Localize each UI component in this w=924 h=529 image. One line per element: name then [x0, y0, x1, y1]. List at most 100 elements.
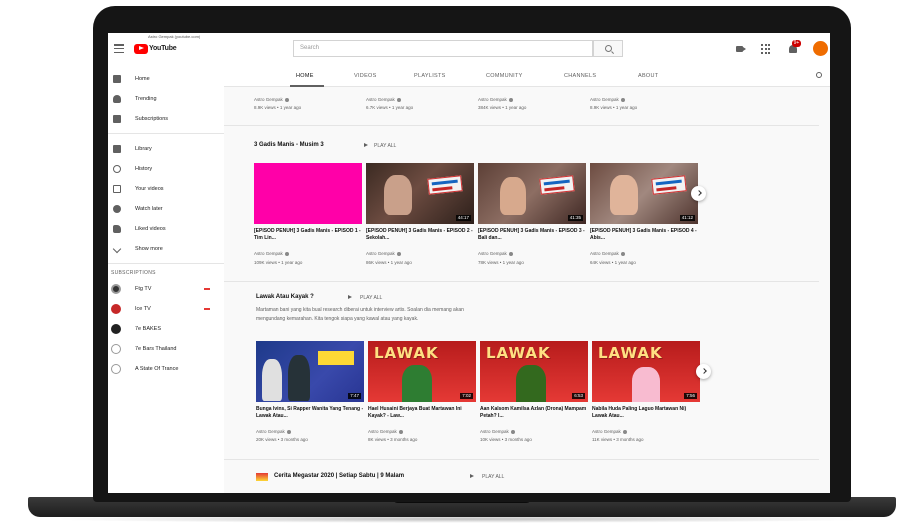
- video-thumbnail[interactable]: 7:47: [256, 341, 364, 402]
- shelf-next-button[interactable]: [696, 364, 711, 379]
- video-title[interactable]: Bunga Ivins, Si Rapper Wanita Yang Tenan…: [256, 406, 364, 419]
- sidebar-divider: [108, 133, 224, 134]
- play-all-button[interactable]: PLAY ALL: [360, 295, 382, 301]
- sidebar-item-trending[interactable]: Trending: [108, 91, 224, 107]
- channel-avatar: [111, 304, 121, 314]
- sidebar-item-home[interactable]: Home: [108, 71, 224, 87]
- video-title[interactable]: Hael Husaini Berjaya Buat Martawan Ini K…: [368, 406, 476, 419]
- thumbnail-person: [402, 365, 432, 402]
- verified-icon: [398, 429, 403, 434]
- thumbnail-face: [500, 177, 526, 215]
- url-tooltip: Astro Gempak (youtube.com): [148, 34, 201, 39]
- video-channel[interactable]: Astro Gempak: [366, 97, 401, 102]
- sidebar-item-library[interactable]: Library: [108, 141, 224, 157]
- play-all-icon[interactable]: [364, 143, 368, 147]
- video-channel[interactable]: Astro Gempak: [478, 251, 513, 256]
- shelf-next-button[interactable]: [691, 186, 706, 201]
- video-title[interactable]: [EPISOD PENUH] 3 Gadis Manis - EPISOD 1 …: [254, 228, 362, 241]
- subscription-item[interactable]: Ftg TV: [108, 281, 224, 297]
- thumbnail-face: [610, 175, 638, 215]
- video-channel[interactable]: Astro Gempak: [592, 429, 627, 434]
- apps-grid-icon[interactable]: [761, 44, 771, 54]
- verified-icon: [284, 251, 289, 256]
- search-input[interactable]: Search: [293, 40, 593, 57]
- sidebar-item-label: Subscriptions: [135, 116, 169, 122]
- sidebar-item-show-more[interactable]: Show more: [108, 241, 224, 257]
- laptop-frame: YouTube Astro Gempak (youtube.com) Searc…: [0, 0, 924, 529]
- video-title[interactable]: [EPISOD PENUH] 3 Gadis Manis - EPISOD 3 …: [478, 228, 586, 241]
- shelf-title[interactable]: 3 Gadis Manis - Musim 3: [254, 142, 324, 148]
- shelf-title[interactable]: Lawak Atau Kayak ?: [256, 294, 314, 300]
- verified-icon: [510, 429, 515, 434]
- video-title[interactable]: [EPISOD PENUH] 3 Gadis Manis - EPISOD 4 …: [590, 228, 698, 241]
- video-thumbnail[interactable]: LAWAK 7:56: [592, 341, 700, 402]
- video-channel[interactable]: Astro Gempak: [254, 97, 289, 102]
- subscription-label: Ice TV: [135, 306, 151, 312]
- thumbnail-face: [384, 175, 412, 215]
- video-title[interactable]: Nabila Huda Paling Laguo Martawan Ni) La…: [592, 406, 700, 419]
- video-channel[interactable]: Astro Gempak: [590, 97, 625, 102]
- play-all-button[interactable]: PLAY ALL: [374, 143, 396, 149]
- thumbnail-person: [516, 365, 546, 402]
- shelf-title[interactable]: Cerita Megastar 2020 | Setiap Sabtu | 9 …: [274, 473, 404, 479]
- tab-playlists[interactable]: PLAYLISTS: [414, 73, 446, 79]
- subscription-item[interactable]: 7e BAKES: [108, 321, 224, 337]
- video-channel[interactable]: Astro Gempak: [256, 429, 291, 434]
- channel-search-icon[interactable]: [816, 72, 822, 78]
- verified-icon: [396, 97, 401, 102]
- search-placeholder: Search: [300, 45, 320, 51]
- youtube-logo[interactable]: YouTube: [134, 43, 177, 54]
- video-meta: 86K views • 1 year ago: [366, 260, 412, 265]
- sidebar-divider: [108, 263, 224, 264]
- video-meta: 10K views • 3 months ago: [480, 437, 532, 442]
- liked-videos-icon: [113, 225, 121, 233]
- tab-videos[interactable]: VIDEOS: [354, 73, 377, 79]
- video-channel[interactable]: Astro Gempak: [590, 251, 625, 256]
- sidebar-item-subscriptions[interactable]: Subscriptions: [108, 111, 224, 127]
- video-channel[interactable]: Astro Gempak: [480, 429, 515, 434]
- create-video-icon[interactable]: [736, 44, 746, 54]
- video-thumbnail[interactable]: [254, 163, 362, 224]
- video-duration: 7:56: [684, 393, 697, 399]
- video-channel[interactable]: Astro Gempak: [254, 251, 289, 256]
- sidebar-item-watch-later[interactable]: Watch later: [108, 201, 224, 217]
- verified-icon: [396, 251, 401, 256]
- video-thumbnail[interactable]: 44:17: [366, 163, 474, 224]
- video-thumbnail[interactable]: 41:35: [478, 163, 586, 224]
- subscription-label: 7e Bars Thailand: [135, 346, 177, 352]
- subscription-item[interactable]: 7e Bars Thailand: [108, 341, 224, 357]
- video-meta: 20K views • 3 months ago: [256, 437, 308, 442]
- video-thumbnail[interactable]: LAWAK 7:02: [368, 341, 476, 402]
- subscription-item[interactable]: A State Of Trance: [108, 361, 224, 377]
- your-videos-icon: [113, 185, 121, 193]
- verified-icon: [620, 97, 625, 102]
- sidebar-item-liked-videos[interactable]: Liked videos: [108, 221, 224, 237]
- play-all-icon[interactable]: [348, 295, 352, 299]
- video-thumbnail[interactable]: 41:12: [590, 163, 698, 224]
- search-button[interactable]: [593, 40, 623, 57]
- video-channel[interactable]: Astro Gempak: [478, 97, 513, 102]
- play-all-icon[interactable]: [470, 474, 474, 478]
- video-title[interactable]: [EPISOD PENUH] 3 Gadis Manis - EPISOD 2 …: [366, 228, 474, 241]
- tab-home[interactable]: HOME: [296, 73, 314, 79]
- subscription-item[interactable]: Ice TV: [108, 301, 224, 317]
- tab-community[interactable]: COMMUNITY: [486, 73, 523, 79]
- verified-icon: [508, 97, 513, 102]
- video-channel[interactable]: Astro Gempak: [368, 429, 403, 434]
- sidebar-item-history[interactable]: History: [108, 161, 224, 177]
- verified-icon: [286, 429, 291, 434]
- video-title[interactable]: Aan Kalsom Kamilsa Azlan (Drona) Mampam …: [480, 406, 588, 419]
- show-logo-text: LAWAK: [374, 344, 439, 362]
- subscription-label: Ftg TV: [135, 286, 152, 292]
- menu-icon[interactable]: [114, 44, 124, 54]
- sidebar-item-your-videos[interactable]: Your videos: [108, 181, 224, 197]
- tab-about[interactable]: ABOUT: [638, 73, 658, 79]
- tab-channels[interactable]: CHANNELS: [564, 73, 596, 79]
- video-channel[interactable]: Astro Gempak: [366, 251, 401, 256]
- thumbnail-person: [632, 367, 660, 402]
- video-thumbnail[interactable]: LAWAK 6:53: [480, 341, 588, 402]
- account-avatar[interactable]: [813, 41, 828, 56]
- play-all-button[interactable]: PLAY ALL: [482, 474, 504, 480]
- video-meta: 11K views • 3 months ago: [592, 437, 644, 442]
- sidebar-item-label: Watch later: [135, 206, 163, 212]
